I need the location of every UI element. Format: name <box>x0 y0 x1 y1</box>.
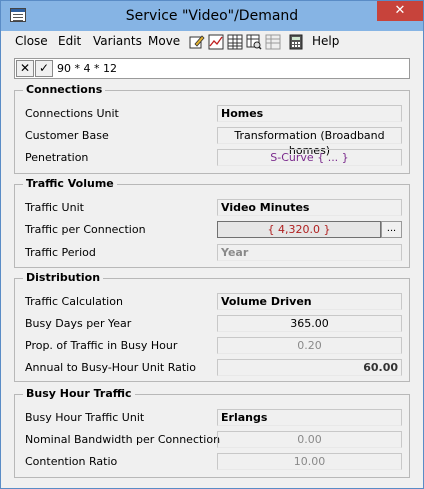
distribution-title: Distribution <box>23 271 104 284</box>
busy-hour-traffic-group: Busy Hour Traffic Busy Hour Traffic Unit… <box>14 387 410 478</box>
traffic-per-connection-label: Traffic per Connection <box>25 223 146 236</box>
check-icon: ✓ <box>38 61 50 75</box>
edit-form-icon[interactable] <box>189 34 205 50</box>
menu-close[interactable]: Close <box>15 34 48 48</box>
calculator-icon[interactable] <box>288 34 304 50</box>
contention-ratio-label: Contention Ratio <box>25 455 118 468</box>
busy-hour-traffic-title: Busy Hour Traffic <box>23 387 135 400</box>
traffic-period-label: Traffic Period <box>25 246 96 259</box>
connections-unit-label: Connections Unit <box>25 107 119 120</box>
cancel-formula-button[interactable]: ✕ <box>16 60 34 77</box>
cross-icon: ✕ <box>19 61 31 75</box>
busy-hour-unit-label: Busy Hour Traffic Unit <box>25 411 145 424</box>
close-icon: ✕ <box>394 3 406 18</box>
menu-bar: Close Edit Variants Move Help <box>1 31 423 53</box>
title-bar[interactable]: Service "Video"/Demand ✕ <box>1 1 423 31</box>
traffic-period-value[interactable]: Year <box>217 244 402 261</box>
bandwidth-label: Nominal Bandwidth per Connection <box>25 433 221 446</box>
penetration-label: Penetration <box>25 151 89 164</box>
traffic-per-connection-button[interactable]: { 4,320.0 } <box>217 221 381 238</box>
grid-disabled-icon <box>265 34 281 50</box>
annual-ratio-value: 60.00 <box>217 359 402 376</box>
menu-help[interactable]: Help <box>312 34 339 48</box>
prop-busy-hour-label: Prop. of Traffic in Busy Hour <box>25 339 178 352</box>
customer-base-label: Customer Base <box>25 129 109 142</box>
grid-search-icon[interactable] <box>246 34 262 50</box>
contention-ratio-value[interactable]: 10.00 <box>217 453 402 470</box>
traffic-volume-group: Traffic Volume Traffic Unit Video Minute… <box>14 177 410 268</box>
connections-unit-value[interactable]: Homes <box>217 105 402 122</box>
formula-input[interactable]: 90 * 4 * 12 <box>57 62 117 75</box>
busy-days-value[interactable]: 365.00 <box>217 315 402 332</box>
busy-hour-unit-value[interactable]: Erlangs <box>217 409 402 426</box>
traffic-unit-label: Traffic Unit <box>25 201 84 214</box>
bandwidth-value[interactable]: 0.00 <box>217 431 402 448</box>
accept-formula-button[interactable]: ✓ <box>35 60 53 77</box>
menu-edit[interactable]: Edit <box>58 34 81 48</box>
penetration-value[interactable]: S-Curve { ... } <box>217 149 402 166</box>
traffic-unit-value[interactable]: Video Minutes <box>217 199 402 216</box>
window-title: Service "Video"/Demand <box>125 8 299 24</box>
menu-move[interactable]: Move <box>148 34 180 48</box>
connections-group: Connections Connections Unit Homes Custo… <box>14 83 410 174</box>
customer-base-value[interactable]: Transformation (Broadband homes) <box>217 127 402 157</box>
traffic-calculation-label: Traffic Calculation <box>25 295 123 308</box>
distribution-group: Distribution Traffic Calculation Volume … <box>14 271 410 382</box>
window-close-button[interactable]: ✕ <box>377 1 423 21</box>
formula-bar: ✕ ✓ 90 * 4 * 12 <box>14 58 410 79</box>
annual-ratio-label: Annual to Busy-Hour Unit Ratio <box>25 361 196 374</box>
connections-title: Connections <box>23 83 106 96</box>
traffic-volume-title: Traffic Volume <box>23 177 117 190</box>
traffic-per-connection-more-button[interactable]: ... <box>381 221 402 238</box>
busy-days-label: Busy Days per Year <box>25 317 132 330</box>
service-demand-window: Service "Video"/Demand ✕ Close Edit Vari… <box>0 0 424 489</box>
prop-busy-hour-value[interactable]: 0.20 <box>217 337 402 354</box>
traffic-calculation-value[interactable]: Volume Driven <box>217 293 402 310</box>
menu-variants[interactable]: Variants <box>93 34 142 48</box>
chart-icon[interactable] <box>208 34 224 50</box>
table-icon[interactable] <box>227 34 243 50</box>
